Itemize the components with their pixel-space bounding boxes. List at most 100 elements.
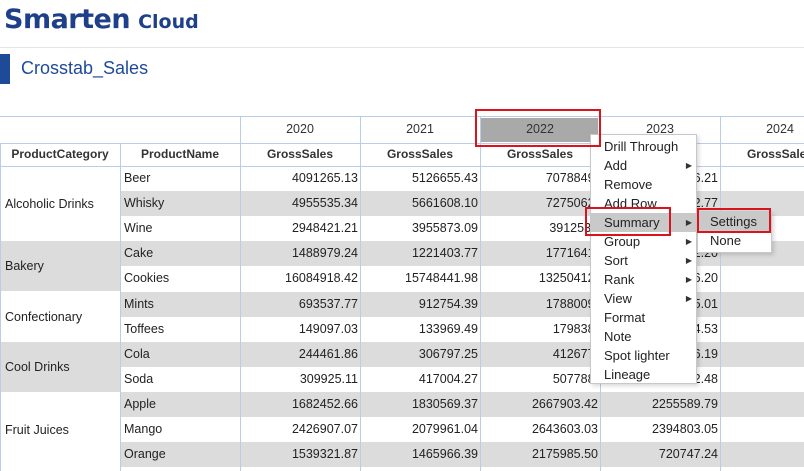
product-category-cell[interactable]: Cool Drinks [0,341,120,392]
menu-item-add[interactable]: Add ▶ [591,156,696,175]
gross-sales-cell[interactable]: 912754.39 [360,291,480,317]
header-product-category[interactable]: ProductCategory [0,143,120,166]
grid-vline [720,116,721,471]
gross-sales-cell[interactable]: 7078849. [480,166,600,191]
gross-sales-cell[interactable]: 306797.25 [360,341,480,367]
gross-sales-cell[interactable]: 2175985.50 [480,442,600,468]
gross-sales-cell[interactable]: 309925.11 [240,367,360,392]
product-name-cell[interactable]: Wine [120,216,240,241]
gross-sales-cell[interactable]: 4955535.34 [240,191,360,217]
grid-vline [240,116,241,471]
product-name-cell[interactable]: Cookies [120,266,240,291]
gross-sales-cell[interactable]: 1539321.87 [240,442,360,468]
menu-item-note[interactable]: Note [591,327,696,346]
menu-item-rank[interactable]: Rank ▶ [591,270,696,289]
menu-item-label: View [604,291,632,306]
product-name-cell[interactable]: Apple [120,391,240,417]
header-gross-sales[interactable]: GrossSales [360,143,480,166]
gross-sales-cell[interactable]: 133969.49 [360,317,480,342]
menu-item-label: Note [604,329,632,344]
product-name-cell[interactable]: Beer [120,166,240,191]
menu-item-sort[interactable]: Sort ▶ [591,251,696,270]
gross-sales-cell[interactable]: 507788. [480,367,600,392]
brand-sub: Cloud [138,11,199,33]
gross-sales-cell[interactable]: 1682452.66 [240,391,360,417]
gross-sales-cell[interactable]: 3912537 [480,216,600,241]
menu-item-view[interactable]: View ▶ [591,289,696,308]
product-name-cell[interactable]: Cake [120,241,240,267]
gross-sales-cell[interactable]: 50( [720,367,804,392]
gross-sales-cell[interactable]: 13250412. [480,266,600,291]
gross-sales-cell[interactable]: 213( [720,291,804,317]
product-category-cell[interactable]: Confectionary [0,292,120,342]
gross-sales-cell[interactable]: 7275062. [480,191,600,217]
gross-sales-cell[interactable]: 1771641. [480,241,600,267]
menu-item-label: Drill Through [604,139,679,154]
submenu-arrow-icon: ▶ [685,161,692,170]
menu-item-drill-through[interactable]: Drill Through [591,137,696,156]
grid-vline [360,116,361,471]
gross-sales-cell[interactable]: 720747.24 [600,442,720,468]
submenu-item-none[interactable]: None [698,231,771,250]
menu-item-label: Spot lighter [604,348,670,363]
product-name-cell[interactable]: Mints [120,291,240,317]
gross-sales-cell[interactable]: 4091265.13 [240,166,360,191]
menu-item-label: Group [604,234,641,249]
gross-sales-cell[interactable]: 29( [720,341,804,367]
gross-sales-cell[interactable]: 2394803.05 [600,417,720,442]
year-header-2024[interactable]: 2024 [720,116,804,143]
gross-sales-cell[interactable]: 36( [720,317,804,342]
gross-sales-cell[interactable]: 1830569.37 [360,391,480,417]
menu-item-label: Rank [604,272,635,287]
gross-sales-cell[interactable]: 1807 [720,266,804,291]
gross-sales-cell[interactable]: 1788009. [480,291,600,317]
menu-item-spot-lighter[interactable]: Spot lighter [591,346,696,365]
gross-sales-cell[interactable]: 2( [720,442,804,468]
gross-sales-cell[interactable]: 149097.03 [240,317,360,342]
gross-sales-cell[interactable]: 271( [720,166,804,191]
gross-sales-cell[interactable]: 2255589.79 [600,391,720,417]
year-header-2020[interactable]: 2020 [240,116,360,143]
product-name-cell[interactable]: Orange [120,442,240,468]
gross-sales-cell[interactable]: 489( [720,417,804,442]
gross-sales-cell[interactable]: 348 [720,391,804,417]
gross-sales-cell[interactable]: 693537.77 [240,291,360,317]
gross-sales-cell[interactable]: 179838. [480,317,600,342]
gross-sales-cell[interactable]: 1221403.77 [360,241,480,267]
gross-sales-cell[interactable]: 16084918.42 [240,266,360,291]
product-name-cell[interactable]: Whisky [120,191,240,217]
menu-item-format[interactable]: Format [591,308,696,327]
gross-sales-cell[interactable]: 417004.27 [360,367,480,392]
gross-sales-cell[interactable]: 2079961.04 [360,417,480,442]
gross-sales-cell[interactable]: 5126655.43 [360,166,480,191]
header-product-name[interactable]: ProductName [120,143,240,166]
gross-sales-cell[interactable]: 2426907.07 [240,417,360,442]
gross-sales-cell[interactable]: 2667903.42 [480,391,600,417]
gross-sales-cell[interactable]: 1465966.39 [360,442,480,468]
submenu-arrow-icon: ▶ [685,294,692,303]
menu-item-label: Lineage [604,367,651,382]
menu-item-remove[interactable]: Remove [591,175,696,194]
gross-sales-cell[interactable]: 5661608.10 [360,191,480,217]
gross-sales-cell[interactable]: 244461.86 [240,341,360,367]
gross-sales-cell[interactable]: 2643603.03 [480,417,600,442]
gross-sales-cell[interactable]: 15748441.98 [360,266,480,291]
year-2022-highlight-box [475,109,601,147]
product-category-cell[interactable]: Fruit Juices [0,392,120,467]
gross-sales-cell[interactable]: 2948421.21 [240,216,360,241]
brand-name: Smarten [4,4,131,35]
gross-sales-cell[interactable]: 412677. [480,341,600,367]
product-name-cell[interactable]: Mango [120,417,240,442]
product-category-cell[interactable]: Bakery [0,241,120,292]
header-gross-sales[interactable]: GrossSales [240,143,360,166]
summary-highlight-box [585,207,671,236]
menu-item-lineage[interactable]: Lineage [591,365,696,384]
gross-sales-cell[interactable]: 1488979.24 [240,241,360,267]
product-name-cell[interactable]: Cola [120,341,240,367]
gross-sales-cell[interactable]: 3955873.09 [360,216,480,241]
header-gross-sales[interactable]: GrossSales [720,143,804,166]
year-header-2021[interactable]: 2021 [360,116,480,143]
product-category-cell[interactable]: Alcoholic Drinks [0,166,120,241]
product-name-cell[interactable]: Soda [120,367,240,392]
product-name-cell[interactable]: Toffees [120,317,240,342]
